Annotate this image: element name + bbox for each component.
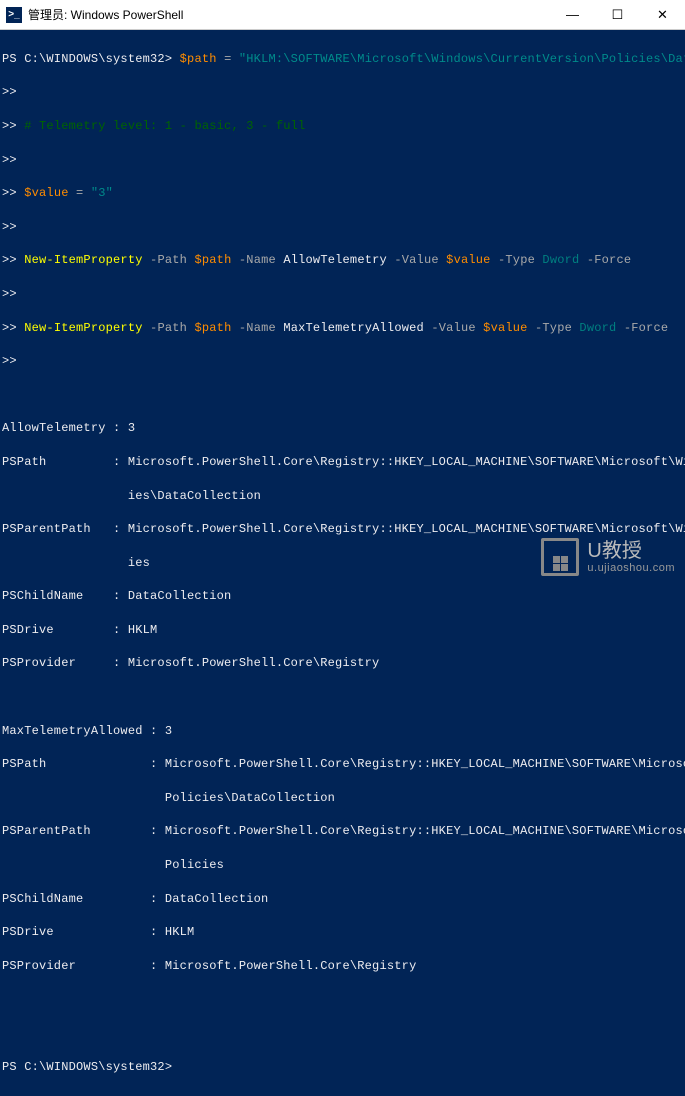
- output-line: Policies: [2, 857, 683, 874]
- param-name: -Name: [239, 321, 276, 335]
- prompt: PS C:\WINDOWS\system32>: [2, 1060, 172, 1074]
- continuation: >>: [2, 85, 17, 99]
- output-line: PSParentPath : Microsoft.PowerShell.Core…: [2, 823, 683, 840]
- param-value: -Value: [394, 253, 438, 267]
- output-line: PSDrive : HKLM: [2, 924, 683, 941]
- arg-dword: Dword: [542, 253, 579, 267]
- cmdlet-newitemproperty: New-ItemProperty: [24, 321, 142, 335]
- continuation: >>: [2, 220, 17, 234]
- comment: # Telemetry level: 1 - basic, 3 - full: [24, 119, 305, 133]
- param-name: -Name: [239, 253, 276, 267]
- output-line: PSChildName : DataCollection: [2, 588, 683, 605]
- output-line: PSProvider : Microsoft.PowerShell.Core\R…: [2, 655, 683, 672]
- output-line: PSPath : Microsoft.PowerShell.Core\Regis…: [2, 454, 683, 471]
- output-line: PSPath : Microsoft.PowerShell.Core\Regis…: [2, 756, 683, 773]
- variable-path: $path: [194, 321, 231, 335]
- string-three: "3": [91, 186, 113, 200]
- continuation: >>: [2, 119, 17, 133]
- variable-value: $value: [483, 321, 527, 335]
- param-path: -Path: [150, 253, 187, 267]
- output-line: PSDrive : HKLM: [2, 622, 683, 639]
- continuation: >>: [2, 354, 17, 368]
- close-button[interactable]: ✕: [640, 0, 685, 29]
- variable-value: $value: [24, 186, 68, 200]
- output-line: ies\DataCollection: [2, 488, 683, 505]
- output-line: PSProvider : Microsoft.PowerShell.Core\R…: [2, 958, 683, 975]
- continuation: >>: [2, 186, 17, 200]
- arg-maxtelemetryallowed: MaxTelemetryAllowed: [283, 321, 424, 335]
- console-output[interactable]: PS C:\WINDOWS\system32> $path = "HKLM:\S…: [0, 30, 685, 1096]
- window-controls: — ☐ ✕: [550, 0, 685, 29]
- param-force: -Force: [587, 253, 631, 267]
- string-regpath: "HKLM:\SOFTWARE\Microsoft\Windows\Curren…: [239, 52, 685, 66]
- continuation: >>: [2, 153, 17, 167]
- arg-dword: Dword: [579, 321, 616, 335]
- continuation: >>: [2, 321, 17, 335]
- continuation: >>: [2, 253, 17, 267]
- variable-path: $path: [180, 52, 217, 66]
- param-type: -Type: [498, 253, 535, 267]
- output-line: MaxTelemetryAllowed : 3: [2, 723, 683, 740]
- minimize-button[interactable]: —: [550, 0, 595, 29]
- output-line: AllowTelemetry : 3: [2, 420, 683, 437]
- window-title: 管理员: Windows PowerShell: [28, 6, 183, 23]
- variable-path: $path: [194, 253, 231, 267]
- operator-eq: =: [76, 186, 83, 200]
- prompt: PS C:\WINDOWS\system32>: [2, 52, 172, 66]
- param-path: -Path: [150, 321, 187, 335]
- maximize-button[interactable]: ☐: [595, 0, 640, 29]
- output-line: Policies\DataCollection: [2, 790, 683, 807]
- output-line: PSParentPath : Microsoft.PowerShell.Core…: [2, 521, 683, 538]
- cmdlet-newitemproperty: New-ItemProperty: [24, 253, 142, 267]
- continuation: >>: [2, 287, 17, 301]
- powershell-icon: >_: [6, 7, 22, 23]
- param-value: -Value: [431, 321, 475, 335]
- param-force: -Force: [624, 321, 668, 335]
- titlebar[interactable]: >_ 管理员: Windows PowerShell — ☐ ✕: [0, 0, 685, 30]
- variable-value: $value: [446, 253, 490, 267]
- param-type: -Type: [535, 321, 572, 335]
- output-line: PSChildName : DataCollection: [2, 891, 683, 908]
- output-line: ies: [2, 555, 683, 572]
- arg-allowtelemetry: AllowTelemetry: [283, 253, 387, 267]
- operator-eq: =: [224, 52, 231, 66]
